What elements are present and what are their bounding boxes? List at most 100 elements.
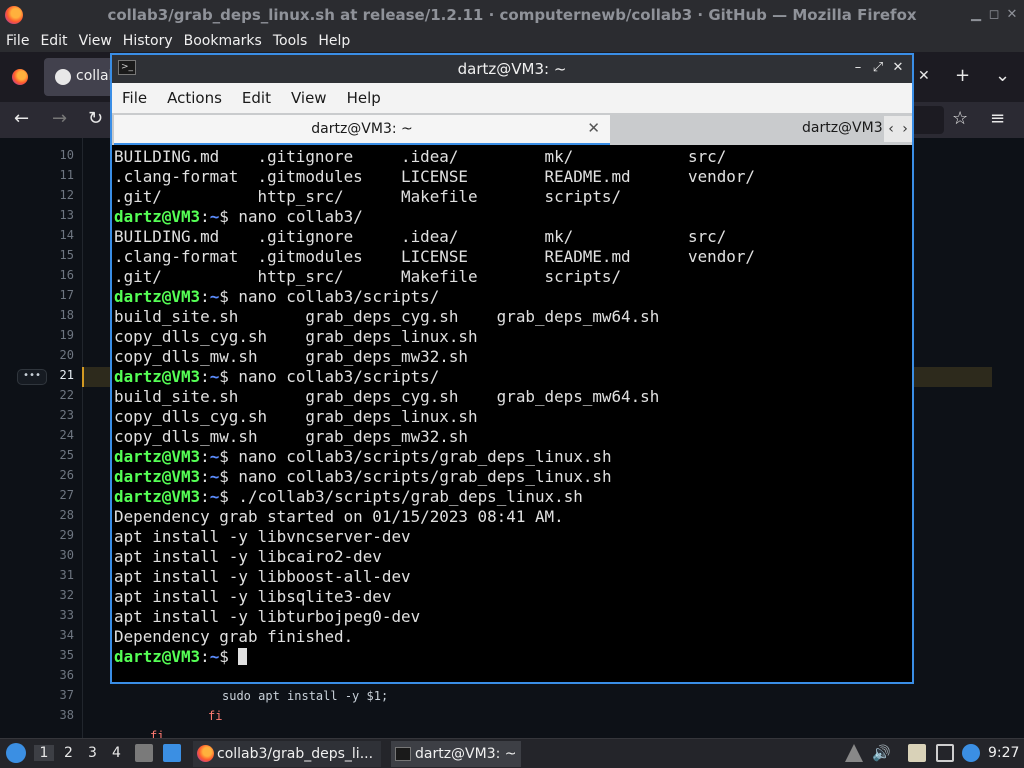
tab-list-icon[interactable]: ⌄ (995, 66, 1010, 86)
terminal-maximize-icon[interactable]: ⤢ (870, 59, 886, 77)
line-number[interactable]: 28 (30, 508, 74, 522)
prompt-user: dartz@VM3 (114, 287, 201, 306)
taskbar-task-firefox[interactable]: collab3/grab_deps_li... (193, 741, 381, 767)
maximize-icon[interactable]: ◻ (986, 7, 1002, 23)
file-manager-icon[interactable] (135, 744, 153, 762)
terminal-menu-help[interactable]: Help (347, 89, 381, 107)
terminal-output-line: build_site.sh grab_deps_cyg.sh grab_deps… (114, 307, 660, 326)
command-text: nano collab3/scripts/ (228, 367, 440, 386)
prompt-user: dartz@VM3 (114, 467, 201, 486)
menu-help[interactable]: Help (318, 33, 350, 49)
terminal-output-line: copy_dlls_mw.sh grab_deps_mw32.sh (114, 347, 468, 366)
start-menu-icon[interactable] (6, 743, 26, 763)
line-number[interactable]: 31 (30, 568, 74, 582)
line-number[interactable]: 16 (30, 268, 74, 282)
terminal-output-line: build_site.sh grab_deps_cyg.sh grab_deps… (114, 387, 660, 406)
terminal-menu-file[interactable]: File (122, 89, 147, 107)
menu-history[interactable]: History (123, 33, 173, 49)
menu-file[interactable]: File (6, 33, 29, 49)
menu-edit[interactable]: Edit (40, 33, 67, 49)
clipboard-icon[interactable] (908, 744, 926, 762)
line-number[interactable]: 20 (30, 348, 74, 362)
terminal-output-line: BUILDING.md .gitignore .idea/ mk/ src/ (114, 147, 727, 166)
line-number[interactable]: 32 (30, 588, 74, 602)
line-number[interactable]: 17 (30, 288, 74, 302)
line-number[interactable]: 15 (30, 248, 74, 262)
terminal-menu-edit[interactable]: Edit (242, 89, 271, 107)
terminal-close-icon[interactable]: ✕ (890, 59, 906, 77)
keyboard-icon[interactable] (936, 744, 954, 762)
bookmark-star-icon[interactable]: ☆ (952, 109, 968, 129)
terminal-title: dartz@VM3: ~ (457, 60, 567, 78)
line-number[interactable]: 14 (30, 228, 74, 242)
forward-icon[interactable]: → (52, 109, 67, 129)
tab-scroll-left-icon[interactable]: ‹ (884, 116, 898, 142)
tab-close-icon[interactable]: ✕ (918, 66, 930, 86)
terminal-output-line: .clang-format .gitmodules LICENSE README… (114, 167, 755, 186)
terminal-menu-view[interactable]: View (291, 89, 327, 107)
firefox-view-icon[interactable] (12, 69, 28, 85)
line-number[interactable]: 33 (30, 608, 74, 622)
app-menu-icon[interactable]: ≡ (990, 109, 1005, 129)
update-icon[interactable] (845, 744, 863, 762)
terminal-output[interactable]: BUILDING.md .gitignore .idea/ mk/ src/.c… (112, 145, 912, 682)
close-icon[interactable]: ✕ (1004, 7, 1020, 23)
terminal-output-line: copy_dlls_cyg.sh grab_deps_linux.sh (114, 327, 478, 346)
line-number[interactable]: 19 (30, 328, 74, 342)
terminal-output-line: apt install -y libboost-all-dev (114, 567, 411, 586)
line-number[interactable]: 37 (30, 688, 74, 702)
terminal-tab-active[interactable]: dartz@VM3: ~ ✕ (114, 115, 610, 145)
gutter-divider (82, 138, 83, 738)
firefox-titlebar: collab3/grab_deps_linux.sh at release/1.… (0, 0, 1024, 30)
prompt-separator: : (200, 467, 210, 486)
terminal-tab-close-icon[interactable]: ✕ (587, 119, 600, 137)
line-number[interactable]: 10 (30, 148, 74, 162)
clock[interactable]: 9:27 (988, 745, 1019, 761)
workspace-2[interactable]: 2 (64, 745, 73, 761)
terminal-command-line: dartz@VM3:~$ (114, 647, 248, 667)
terminal-minimize-icon[interactable]: – (850, 59, 866, 77)
terminal-output-line: .git/ http_src/ Makefile scripts/ (114, 267, 622, 286)
volume-icon[interactable]: 🔊 (872, 744, 891, 762)
line-number[interactable]: 12 (30, 188, 74, 202)
menu-view[interactable]: View (79, 33, 112, 49)
line-number[interactable]: 34 (30, 628, 74, 642)
line-number[interactable]: 36 (30, 668, 74, 682)
prompt-separator: : (200, 647, 210, 666)
menu-bookmarks[interactable]: Bookmarks (184, 33, 262, 49)
code-line-39: fi (150, 729, 165, 738)
terminal-output-line: Dependency grab started on 01/15/2023 08… (114, 507, 564, 526)
url-bar[interactable] (910, 106, 944, 134)
line-number[interactable]: 11 (30, 168, 74, 182)
new-tab-icon[interactable]: + (955, 66, 970, 86)
line-number[interactable]: 27 (30, 488, 74, 502)
show-desktop-icon[interactable] (163, 744, 181, 762)
prompt-path: ~ (209, 207, 220, 226)
line-number[interactable]: 29 (30, 528, 74, 542)
workspace-1[interactable]: 1 (34, 745, 54, 761)
tab-scroll-right-icon[interactable]: › (898, 116, 912, 142)
line-number[interactable]: 30 (30, 548, 74, 562)
line-number[interactable]: 38 (30, 708, 74, 722)
terminal-output-line: apt install -y libcairo2-dev (114, 547, 382, 566)
line-number[interactable]: 23 (30, 408, 74, 422)
minimize-icon[interactable]: ▁ (968, 7, 984, 23)
workspace-4[interactable]: 4 (112, 745, 121, 761)
line-number[interactable]: 13 (30, 208, 74, 222)
line-number[interactable]: 21 (30, 368, 74, 382)
menu-tools[interactable]: Tools (273, 33, 308, 49)
taskbar-task-terminal[interactable]: dartz@VM3: ~ (391, 741, 521, 767)
back-icon[interactable]: ← (14, 109, 29, 129)
reload-icon[interactable]: ↻ (88, 109, 103, 129)
terminal-window[interactable]: >_ dartz@VM3: ~ – ⤢ ✕ File Actions Edit … (110, 53, 914, 684)
line-number[interactable]: 22 (30, 388, 74, 402)
line-number[interactable]: 25 (30, 448, 74, 462)
line-number[interactable]: 18 (30, 308, 74, 322)
line-number[interactable]: 24 (30, 428, 74, 442)
notification-icon[interactable] (962, 744, 980, 762)
terminal-menu-actions[interactable]: Actions (167, 89, 222, 107)
terminal-titlebar[interactable]: >_ dartz@VM3: ~ – ⤢ ✕ (112, 55, 912, 83)
line-number[interactable]: 26 (30, 468, 74, 482)
workspace-3[interactable]: 3 (88, 745, 97, 761)
line-number[interactable]: 35 (30, 648, 74, 662)
